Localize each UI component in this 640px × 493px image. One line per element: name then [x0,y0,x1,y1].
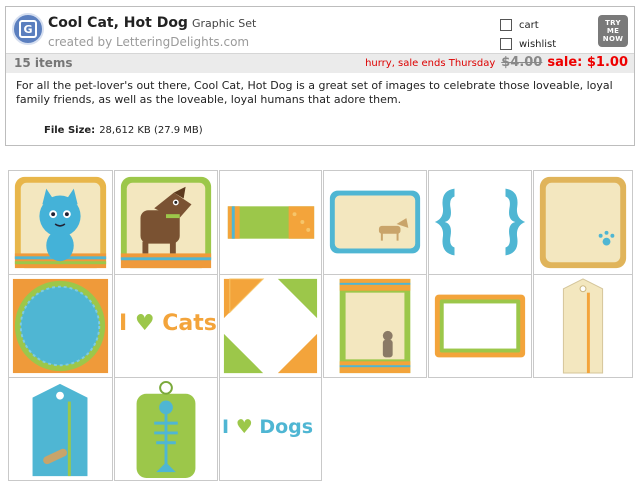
thumb-blue-cat-frame[interactable] [8,170,113,275]
thumb-cream-tag[interactable] [533,274,633,378]
product-byline[interactable]: created by LetteringDelights.com [48,35,249,49]
logo-letter: G [19,20,37,38]
thumb-blue-circle-frame[interactable] [8,274,113,378]
thumb-striped-banner[interactable] [219,170,322,275]
price-line: hurry, sale ends Thursday $4.00 sale: $1… [365,55,628,70]
cart-option[interactable]: cart [500,19,539,31]
thumb-photo-corners[interactable] [219,274,322,378]
old-price: $4.00 [501,55,543,70]
info-bar: 15 items hurry, sale ends Thursday $4.00… [6,53,634,73]
thumb-orange-rect-frame[interactable] [428,274,532,378]
sale-price: sale: $1.00 [547,55,628,70]
thumb-cat-stripe-frame[interactable] [323,274,427,378]
thumb-paw-frame[interactable] [533,170,633,275]
wishlist-checkbox[interactable] [500,38,512,50]
thumb-green-fishbone-tag[interactable] [114,377,218,481]
i-love-dogs-text: I ♥ Dogs [222,416,314,438]
product-card: G Cool Cat, Hot Dog Graphic Set created b… [5,6,635,146]
thumb-blue-bone-tag[interactable] [8,377,113,481]
cart-checkbox[interactable] [500,19,512,31]
thumb-brown-dog-frame[interactable] [114,170,218,275]
file-size: File Size: 28,612 KB (27.9 MB) [44,125,203,136]
sale-ends-notice: hurry, sale ends Thursday [365,58,496,69]
product-header: G Cool Cat, Hot Dog Graphic Set created b… [6,7,634,53]
thumb-i-love-dogs-word[interactable]: I ♥ Dogs [219,377,322,481]
i-love-cats-text: I ♥ Cats [119,311,217,336]
cart-label: cart [519,19,539,31]
try-me-now-button[interactable]: TRY ME NOW [598,15,628,47]
product-description: For all the pet-lover's out there, Cool … [16,79,613,106]
product-logo-icon: G [12,13,44,45]
file-size-value: 28,612 KB (27.9 MB) [99,125,203,136]
thumb-dog-frame-card[interactable] [323,170,427,275]
product-title[interactable]: Cool Cat, Hot Dog Graphic Set [48,15,256,31]
product-title-text[interactable]: Cool Cat, Hot Dog [48,15,188,31]
wishlist-label: wishlist [519,38,557,50]
wishlist-option[interactable]: wishlist [500,38,556,50]
product-type: Graphic Set [191,17,257,30]
file-size-label: File Size: [44,125,96,136]
thumb-i-love-cats-word[interactable]: I ♥ Cats [114,274,218,378]
thumbnail-grid: I ♥ Cats I ♥ Dogs [8,170,633,481]
thumb-blue-brackets[interactable] [428,170,532,275]
item-count: 15 items [14,56,73,70]
